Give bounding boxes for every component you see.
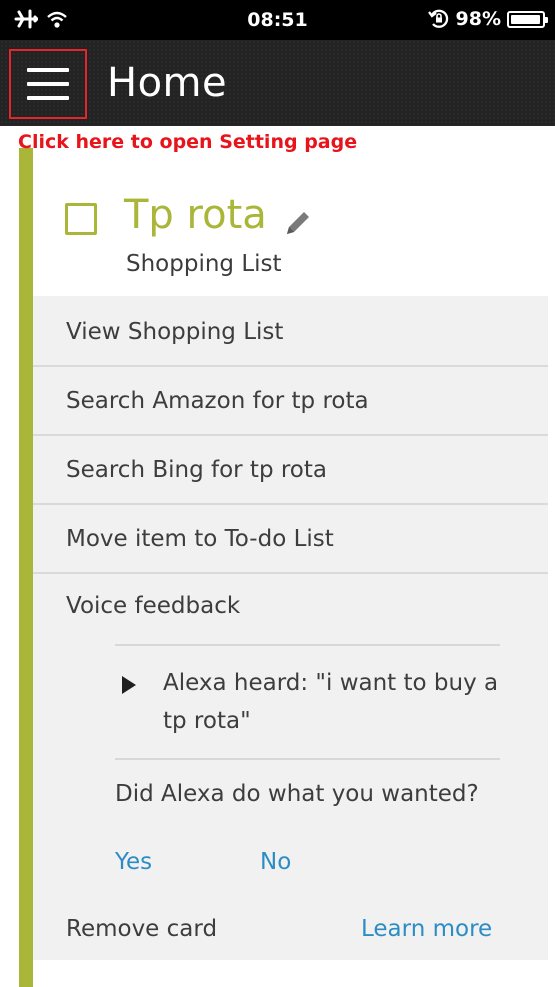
feedback-question: Did Alexa do what you wanted? [115, 781, 479, 807]
remove-card-button[interactable]: Remove card [66, 916, 217, 942]
settings-annotation: Click here to open Setting page [18, 131, 358, 153]
play-triangle-icon [122, 676, 136, 694]
move-to-todo-item[interactable]: Move item to To-do List [33, 505, 548, 574]
voice-feedback-label: Voice feedback [66, 593, 241, 619]
voice-divider-top [115, 644, 500, 646]
pencil-icon [287, 212, 309, 234]
alexa-app-screen: 08:51 98% Home Click here to open Settin… [0, 0, 555, 987]
no-button[interactable]: No [260, 849, 291, 875]
card-actions: View Shopping List Search Amazon for tp … [33, 298, 548, 574]
item-title: Tp rota [124, 192, 267, 238]
menu-button[interactable] [9, 49, 87, 119]
hamburger-menu-icon [27, 68, 69, 100]
status-bar: 08:51 98% [0, 0, 555, 40]
yes-button[interactable]: Yes [115, 849, 152, 875]
item-checkbox[interactable] [65, 203, 97, 235]
learn-more-link[interactable]: Learn more [361, 916, 492, 942]
battery-percent: 98% [455, 8, 501, 30]
voice-divider-bottom [115, 758, 500, 760]
edit-item-button[interactable] [281, 206, 315, 240]
battery-icon [507, 10, 548, 28]
card-bottom-strip [33, 960, 548, 987]
list-name: Shopping List [126, 251, 282, 277]
rotation-lock-icon [427, 9, 448, 28]
alexa-heard-text: Alexa heard: "i want to buy a tp rota" [163, 670, 499, 734]
app-header: Home [0, 40, 555, 126]
search-amazon-item[interactable]: Search Amazon for tp rota [33, 367, 548, 436]
card-accent-bar [19, 148, 33, 987]
status-right-icons: 98% [427, 8, 548, 30]
shopping-item-card: Tp rota Shopping List View Shopping List… [33, 148, 548, 987]
battery-level-fill [511, 14, 541, 24]
search-bing-item[interactable]: Search Bing for tp rota [33, 436, 548, 505]
view-shopping-list-item[interactable]: View Shopping List [33, 298, 548, 367]
card-header: Tp rota Shopping List [33, 148, 548, 296]
page-title: Home [107, 60, 228, 106]
